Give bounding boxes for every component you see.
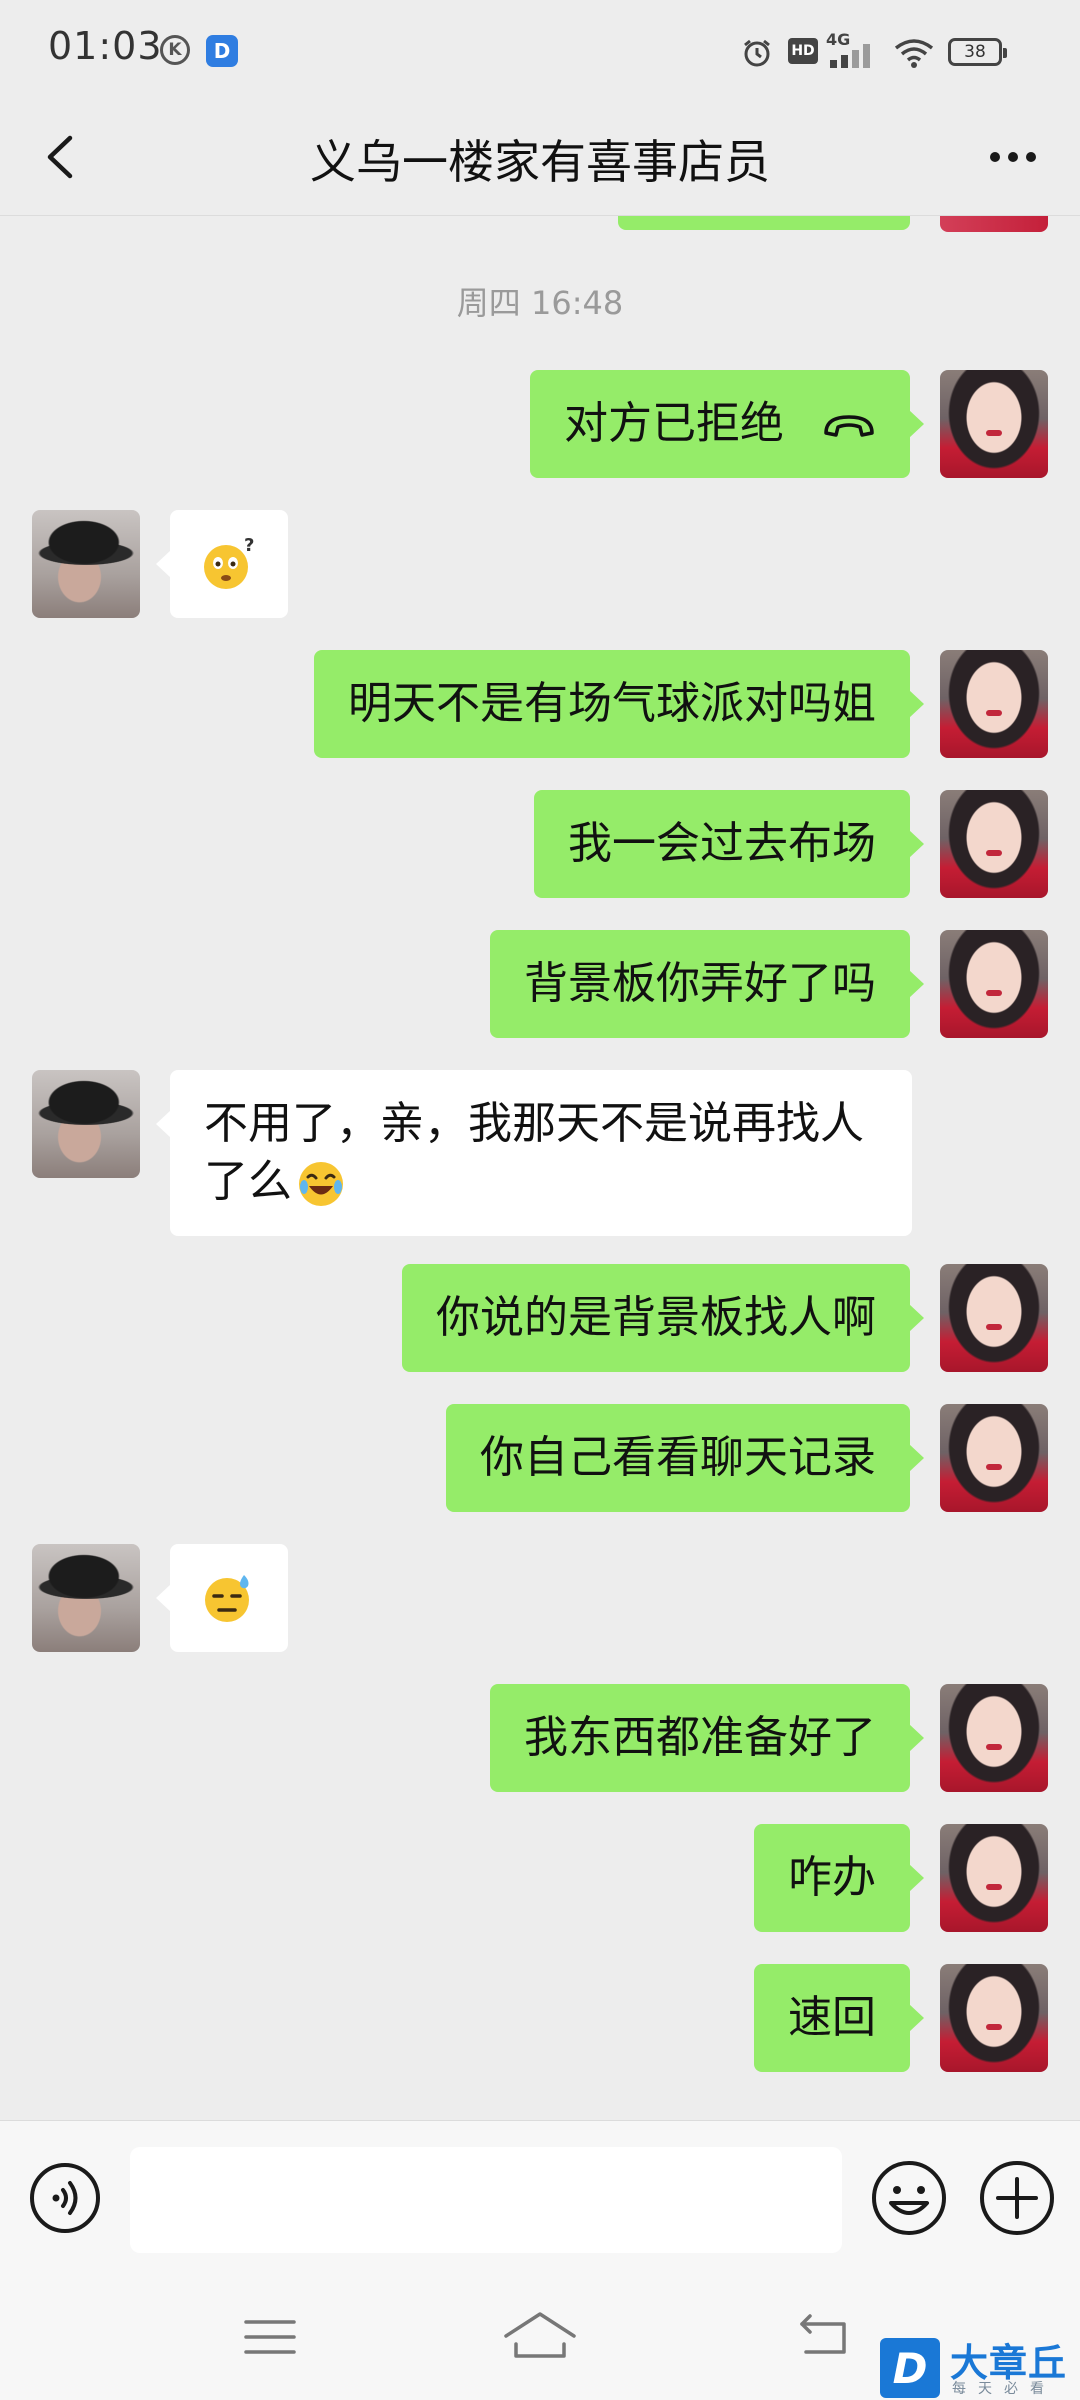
avatar[interactable]	[940, 650, 1048, 758]
thinking-face-emoji: ?	[204, 535, 254, 589]
plus-icon[interactable]	[978, 2159, 1056, 2237]
avatar[interactable]	[940, 1264, 1048, 1372]
rolling-laughing-emoji	[299, 1162, 343, 1206]
avatar[interactable]	[940, 1824, 1048, 1932]
d-badge-icon: D	[206, 35, 238, 67]
message-bubble[interactable]: 背景板你弄好了吗	[490, 930, 924, 1038]
message-bubble[interactable]: 我一会过去布场	[534, 790, 924, 898]
smiley-icon[interactable]	[870, 2159, 948, 2237]
alarm-icon	[744, 39, 770, 67]
call-declined-icon	[824, 415, 874, 437]
svg-text:?: ?	[244, 535, 254, 556]
message-input[interactable]	[130, 2147, 842, 2253]
message-timestamp: 周四 16:48	[456, 284, 624, 322]
watermark-slogan: 每天必看	[952, 2381, 1056, 2397]
sweat-face-emoji	[205, 1575, 249, 1622]
message-bubble[interactable]: 我东西都准备好了	[490, 1684, 924, 1792]
message-bubble[interactable]: 你说的是背景板找人啊	[402, 1264, 924, 1372]
message-bubble[interactable]: 咋办	[754, 1824, 924, 1932]
signal-icon	[830, 44, 870, 68]
message-bubble[interactable]: 对方已拒绝	[530, 370, 924, 478]
chat-header: 义乌一楼家有喜事店员	[0, 100, 1080, 216]
message-bubble[interactable]	[156, 1544, 288, 1652]
avatar[interactable]	[940, 790, 1048, 898]
status-icons: HD 4G 38	[742, 30, 1032, 74]
input-bar	[0, 2120, 1080, 2274]
k-badge-icon: K	[160, 35, 190, 65]
back-icon[interactable]	[792, 2308, 856, 2362]
chevron-left-icon[interactable]	[28, 122, 98, 192]
wifi-icon	[894, 39, 934, 68]
more-dots-icon[interactable]	[968, 122, 1058, 192]
previous-message-bubble[interactable]	[618, 216, 910, 230]
watermark-logo-icon: D	[880, 2338, 940, 2398]
watermark: D 大章丘 每天必看	[878, 2332, 1080, 2400]
status-bar: 01:03 K D HD 4G 38	[0, 0, 1080, 100]
message-bubble[interactable]: 速回	[754, 1964, 924, 2072]
home-icon[interactable]	[500, 2308, 580, 2368]
avatar[interactable]	[940, 370, 1048, 478]
message-bubble[interactable]: 不用了，亲，我那天不是说再找人了么	[156, 1070, 912, 1236]
avatar[interactable]	[940, 1964, 1048, 2072]
avatar[interactable]	[32, 1070, 140, 1178]
message-bubble[interactable]: ?	[156, 510, 288, 618]
chat-title: 义乌一楼家有喜事店员	[310, 135, 770, 189]
avatar[interactable]	[940, 1404, 1048, 1512]
avatar[interactable]	[940, 930, 1048, 1038]
hd-icon: HD	[788, 38, 818, 64]
message-bubble[interactable]: 明天不是有场气球派对吗姐	[314, 650, 924, 758]
avatar[interactable]	[32, 1544, 140, 1652]
message-text: 对方已拒绝	[564, 398, 784, 449]
status-time: 01:03	[48, 24, 163, 68]
message-list[interactable]: 周四 16:48 对方已拒绝 ? 明天不是有场气球派对吗姐 我一会过去布场 背景…	[0, 216, 1080, 2120]
battery-icon: 38	[948, 38, 1007, 66]
message-bubble[interactable]: 你自己看看聊天记录	[446, 1404, 924, 1512]
voice-icon[interactable]	[28, 2161, 102, 2235]
menu-icon[interactable]	[240, 2310, 300, 2364]
avatar[interactable]	[940, 216, 1048, 232]
avatar[interactable]	[940, 1684, 1048, 1792]
avatar[interactable]	[32, 510, 140, 618]
